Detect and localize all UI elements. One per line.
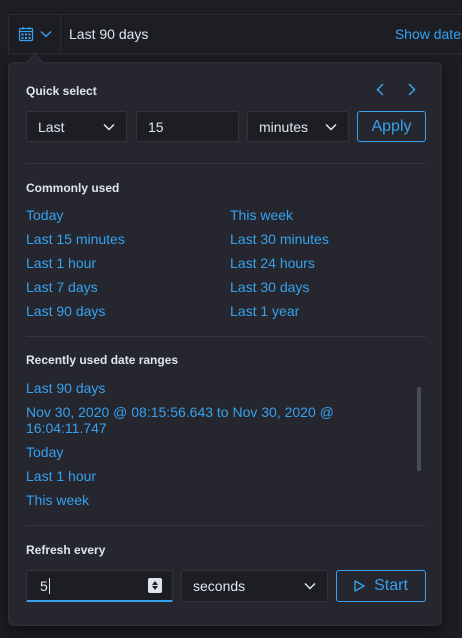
refresh-interval-input[interactable]: 5 [26, 570, 173, 602]
quick-select-nav [373, 82, 419, 96]
recent-list-scrollbar[interactable] [417, 387, 421, 471]
recently-used-title: Recently used date ranges [26, 353, 179, 367]
previous-arrow-icon[interactable] [373, 82, 387, 96]
chevron-down-icon [325, 123, 337, 131]
apply-button[interactable]: Apply [357, 111, 426, 142]
show-dates-link[interactable]: Show dates [395, 15, 462, 53]
next-arrow-icon[interactable] [405, 82, 419, 96]
start-button[interactable]: Start [336, 570, 426, 602]
start-button-label: Start [374, 577, 408, 594]
tense-select-value: Last [38, 118, 65, 135]
recent-range-link[interactable]: Last 1 hour [26, 468, 96, 484]
calendar-icon [18, 27, 33, 42]
common-range-link[interactable]: Last 30 days [230, 279, 309, 295]
commonly-used-title: Commonly used [26, 181, 120, 195]
common-range-link[interactable]: Last 24 hours [230, 255, 315, 271]
divider [26, 336, 426, 337]
refresh-every-title: Refresh every [26, 543, 106, 557]
common-range-link[interactable]: Last 30 minutes [230, 231, 329, 247]
refresh-unit-select[interactable]: seconds [181, 570, 328, 602]
quick-select-title: Quick select [26, 84, 97, 98]
play-icon [354, 580, 365, 592]
common-range-link[interactable]: Last 1 hour [26, 255, 96, 271]
recent-range-link[interactable]: Last 90 days [26, 380, 105, 396]
recent-range-link[interactable]: Today [26, 444, 63, 460]
unit-select-value: minutes [259, 118, 309, 135]
current-range-text: Last 90 days [69, 26, 149, 42]
text-caret [48, 577, 50, 594]
common-range-link[interactable]: Last 15 minutes [26, 231, 125, 247]
number-stepper-icon[interactable] [148, 578, 162, 593]
chevron-down-icon [304, 582, 316, 590]
common-range-link[interactable]: Last 7 days [26, 279, 98, 295]
common-range-link[interactable]: Last 1 year [230, 303, 299, 319]
refresh-unit-value: seconds [193, 578, 246, 594]
refresh-interval-value: 5 [40, 577, 48, 594]
recent-range-link[interactable]: This week [26, 492, 89, 508]
date-picker-bar: Last 90 days Show dates [8, 14, 462, 54]
chevron-down-icon [103, 123, 115, 131]
divider [26, 525, 426, 526]
amount-input[interactable]: 15 [136, 111, 239, 142]
quick-menu-button[interactable] [9, 15, 61, 53]
common-range-link[interactable]: Last 90 days [26, 303, 105, 319]
common-range-link[interactable]: This week [230, 207, 293, 223]
popover-arrow [26, 53, 44, 71]
tense-select[interactable]: Last [26, 111, 127, 142]
chevron-down-icon [40, 31, 51, 38]
common-range-link[interactable]: Today [26, 207, 63, 223]
unit-select[interactable]: minutes [247, 111, 349, 142]
quick-select-popover: Quick select Last 15 minutes Apply Commo… [8, 53, 442, 626]
divider [26, 163, 426, 164]
recent-range-link[interactable]: Nov 30, 2020 @ 08:15:56.643 to Nov 30, 2… [26, 404, 366, 436]
